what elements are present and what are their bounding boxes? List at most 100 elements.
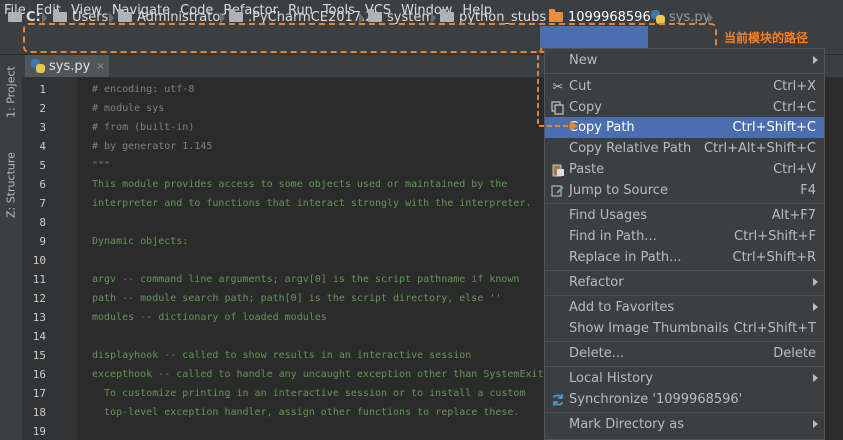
menu-item-label: Delete... [569,346,625,361]
menu-item-shortcut: Ctrl+Shift+R [732,250,817,265]
line-number: 7 [39,197,46,210]
menu-item-delete[interactable]: Delete... Delete [545,343,824,364]
menu-separator [545,366,824,367]
code-line: argv -- command line arguments; argv[0] … [92,274,520,285]
project-tool-label: 1: Project [4,66,18,118]
line-number: 17 [32,387,46,400]
menu-separator [545,341,824,342]
submenu-arrow-icon [813,420,818,428]
menu-item-find-in-path[interactable]: Find in Path... Ctrl+Shift+F [545,226,824,247]
menu-item-label: Add to Favorites [569,300,675,315]
folder-icon [53,9,67,22]
menu-item-label: Paste [569,162,605,177]
line-number: 10 [32,254,46,267]
menu-separator [545,295,824,296]
line-number: 2 [39,102,46,115]
line-number: 19 [32,425,46,438]
menu-separator [545,270,824,271]
menu-item-shortcut: Ctrl+Shift+C [732,120,816,135]
menu-item-copy-path[interactable]: Copy Path Ctrl+Shift+C [545,117,824,138]
jump-source-icon [550,183,566,199]
line-number-gutter: 1 2 3 4 5 6 7 8 9 10 11 12 13 14 15 16 1… [22,78,89,440]
menu-item-new[interactable]: New [545,50,824,71]
menu-item-label: Show Image Thumbnails [569,321,729,336]
menu-item-find-usages[interactable]: Find Usages Alt+F7 [545,205,824,226]
menu-item-shortcut: Ctrl+Alt+Shift+C [703,141,816,156]
code-line: displayhook -- called to show results in… [92,350,472,361]
menu-item-cut[interactable]: ✂ Cut Ctrl+X [545,76,824,97]
menu-item-jump-to-source[interactable]: Jump to Source F4 [545,180,824,201]
menu-item-paste[interactable]: Paste Ctrl+V [545,159,824,180]
code-line: modules -- dictionary of loaded modules [92,312,327,323]
menu-item-replace-in-path[interactable]: Replace in Path... Ctrl+Shift+R [545,247,824,268]
code-line: This module provides access to some obje… [92,179,508,190]
code-line: top-level exception handler, assign othe… [92,407,520,418]
menu-separator [545,203,824,204]
callout-arrow-icon [537,47,578,131]
line-number: 12 [32,292,46,305]
code-line: interpreter and to functions that intera… [92,198,532,209]
code-line: path -- module search path; path[0] is t… [92,293,502,304]
menu-item-label: Refactor [569,275,624,290]
menu-item-label: Synchronize '1099968596' [569,392,743,407]
line-number: 8 [39,216,46,229]
menu-item-label: Replace in Path... [569,250,682,265]
menu-separator [545,412,824,413]
menu-item-shortcut: Delete [773,346,816,361]
line-number: 11 [32,273,46,286]
menu-item-shortcut: Ctrl+X [773,79,816,94]
tab-label: sys.py [49,58,91,74]
line-number: 14 [32,330,46,343]
line-number: 1 [39,83,46,96]
paste-icon [550,162,566,178]
line-number: 3 [39,121,46,134]
menu-item-shortcut: Ctrl+Shift+T [733,321,816,336]
code-line: # by generator 1.145 [92,141,213,152]
code-line: Dynamic objects: [92,236,189,247]
menu-item-shortcut: F4 [800,183,816,198]
menu-item-mark-directory-as[interactable]: Mark Directory as [545,414,824,435]
code-line: """ [92,160,111,171]
line-number: 6 [39,178,46,191]
line-number: 4 [39,140,46,153]
submenu-arrow-icon [813,56,818,64]
code-line: # encoding: utf-8 [92,84,195,95]
menu-item-show-image-thumbnails[interactable]: Show Image Thumbnails Ctrl+Shift+T [545,318,824,339]
sync-icon [550,392,566,408]
menu-item-refactor[interactable]: Refactor [545,272,824,293]
menu-item-label: Local History [569,371,654,386]
line-number: 13 [32,311,46,324]
line-number: 16 [32,368,46,381]
close-tab-icon[interactable]: × [96,61,104,72]
menu-item-local-history[interactable]: Local History [545,368,824,389]
menu-item-label: Find Usages [569,208,648,223]
submenu-arrow-icon [813,278,818,286]
project-tool-tab[interactable]: 1: Project [1,57,21,127]
menu-item-shortcut: Alt+F7 [771,208,816,223]
menu-item-synchronize[interactable]: Synchronize '1099968596' [545,389,824,410]
menu-item-label: Mark Directory as [569,417,684,432]
tab-sys-py[interactable]: sys.py × [25,55,109,77]
structure-tool-tab[interactable]: Z: Structure [1,145,21,225]
folder-icon [440,9,454,22]
menu-item-label: Copy Relative Path [569,141,692,156]
menu-item-shortcut: Ctrl+Shift+F [734,229,816,244]
menu-item-add-to-favorites[interactable]: Add to Favorites [545,297,824,318]
line-number: 9 [39,235,46,248]
folder-icon [368,9,382,22]
tool-window-strip: 1: Project Z: Structure [0,55,23,440]
menu-item-copy-relative-path[interactable]: Copy Relative Path Ctrl+Alt+Shift+C [545,138,824,159]
submenu-arrow-icon [813,374,818,382]
folder-icon [118,9,132,22]
annotation-label: 当前模块的路径 [724,31,809,45]
structure-tool-label: Z: Structure [4,152,18,218]
python-file-icon [31,59,45,73]
code-line: # module sys [92,103,165,114]
menu-separator [545,73,824,74]
submenu-arrow-icon [813,303,818,311]
line-number: 15 [32,349,46,362]
context-menu: New ✂ Cut Ctrl+X Copy Ctrl+C Copy Path C… [544,48,825,440]
python-file-icon [651,10,665,24]
menu-item-shortcut: Ctrl+C [772,100,816,115]
menu-item-copy[interactable]: Copy Ctrl+C [545,97,824,118]
